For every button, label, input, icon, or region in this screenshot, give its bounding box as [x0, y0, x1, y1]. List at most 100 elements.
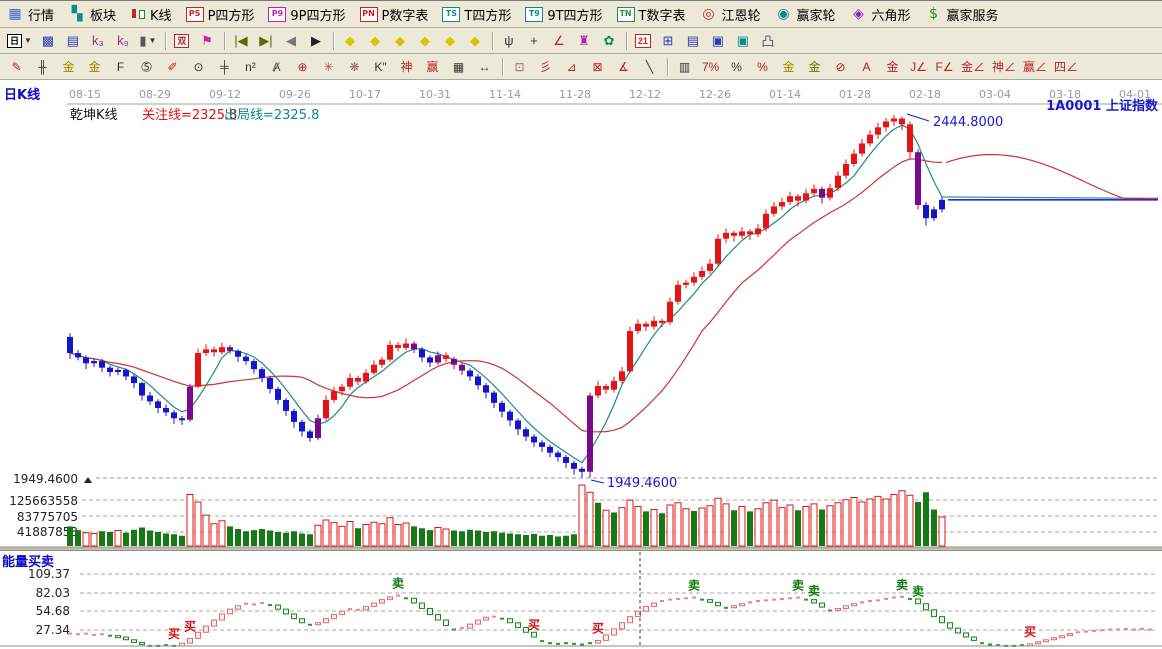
gold-circle-button[interactable]: 金: [776, 57, 801, 77]
j-angle-button[interactable]: J∠: [906, 57, 931, 77]
time-circle-button[interactable]: ⊙: [186, 57, 211, 77]
slash-line-button[interactable]: ╲: [637, 57, 662, 77]
four-angle-button[interactable]: 四∠: [1051, 57, 1081, 77]
percent-button[interactable]: %: [724, 57, 749, 77]
energy-bar: [820, 603, 825, 607]
save-button[interactable]: ▣: [706, 31, 730, 51]
gann-tool-button[interactable]: ♜: [572, 31, 596, 51]
diamond-expand-all-button[interactable]: ◆: [438, 31, 462, 51]
candle-body: [275, 389, 281, 400]
gold-red-lines-button[interactable]: 金: [880, 57, 905, 77]
nav-last-button[interactable]: ▶|: [254, 31, 278, 51]
candle-style-button[interactable]: ▮▼: [136, 31, 160, 51]
analysis-tool-button[interactable]: ✿: [597, 31, 621, 51]
menu-item-hexagon[interactable]: ◈六角形: [850, 5, 911, 24]
menu-item-kline[interactable]: K线: [130, 5, 172, 24]
menu-item-p9-square[interactable]: P99P四方形: [268, 5, 345, 24]
draw-knife-2-button[interactable]: ✐: [160, 57, 185, 77]
pattern-shuang-button[interactable]: 双: [170, 31, 194, 51]
energy-dot: [548, 642, 552, 644]
calendar-21-button[interactable]: 21: [631, 31, 655, 51]
percent-lines-button[interactable]: %: [750, 57, 775, 77]
diamond-compress-button[interactable]: ◆: [413, 31, 437, 51]
nav-first-button[interactable]: |◀: [229, 31, 253, 51]
menu-item-quote-table[interactable]: ▦行情: [6, 5, 54, 24]
time-knife-button[interactable]: ⊘: [828, 57, 853, 77]
k-quote-button[interactable]: K″: [368, 57, 393, 77]
shen-lines-button[interactable]: 神: [394, 57, 419, 77]
kline-chart[interactable]: 日K线 08-1508-2909-1209-2610-1710-3111-141…: [0, 80, 1162, 649]
star-burst-button[interactable]: ✳: [316, 57, 341, 77]
hash-lines-button[interactable]: ╪: [212, 57, 237, 77]
calculator-icon: ⊞: [662, 33, 673, 49]
energy-bar: [380, 600, 385, 603]
energy-dot: [788, 597, 792, 599]
period-day-button[interactable]: 日▼: [4, 31, 35, 51]
fibonacci-lines-button[interactable]: F: [108, 57, 133, 77]
price-marker-triangle: [84, 477, 92, 483]
price-table-button[interactable]: ▥: [672, 57, 697, 77]
grid-lines-button[interactable]: ╫: [30, 57, 55, 77]
seven-percent-button[interactable]: 7%: [698, 57, 723, 77]
f10-info-button[interactable]: ▤: [61, 31, 85, 51]
menu-item-pn-table[interactable]: PNP数字表: [360, 5, 429, 24]
dense-grid-button[interactable]: ▦: [446, 57, 471, 77]
spiral-5-button[interactable]: ➄: [134, 57, 159, 77]
memo-button[interactable]: ▤: [681, 31, 705, 51]
menu-item-ps-square[interactable]: PSP四方形: [186, 5, 255, 24]
menu-item-winner-service[interactable]: $赢家服务: [925, 5, 999, 24]
volume-bar: [555, 537, 561, 547]
diamond-shift-left-button[interactable]: ◆: [338, 31, 362, 51]
candle-body: [411, 343, 417, 349]
panel-divider[interactable]: [0, 547, 1162, 551]
ying-angle-button[interactable]: 赢∠: [1020, 57, 1050, 77]
menu-item-winner-wheel[interactable]: ◉赢家轮: [775, 5, 836, 24]
save-export-button[interactable]: ▣: [731, 31, 755, 51]
box-select-button[interactable]: ⊡: [507, 57, 532, 77]
kline-small-9-button[interactable]: k₉: [111, 31, 135, 51]
energy-bar: [116, 636, 121, 638]
spider-web-button[interactable]: ❋: [342, 57, 367, 77]
nav-prev-button[interactable]: ◀: [279, 31, 303, 51]
fan-lines-button[interactable]: 彡: [533, 57, 558, 77]
crosshair-button[interactable]: +: [522, 31, 546, 51]
gold-angle-button[interactable]: 金∠: [958, 57, 988, 77]
candle-body: [731, 233, 737, 236]
menu-item-ts-square[interactable]: TST四方形: [442, 5, 511, 24]
shen-angle-button[interactable]: 神∠: [989, 57, 1019, 77]
golden-section-2-button[interactable]: 金: [82, 57, 107, 77]
draw-knife-button[interactable]: ✎: [4, 57, 29, 77]
energy-dot: [84, 633, 88, 635]
kline-small-3-button[interactable]: k₃: [86, 31, 110, 51]
angle-lines-button[interactable]: ∡: [611, 57, 636, 77]
gold-lines-2-button[interactable]: 金: [802, 57, 827, 77]
menu-item-t9-square[interactable]: T99T四方形: [525, 5, 602, 24]
menu-item-gann-wheel[interactable]: ◎江恩轮: [700, 5, 761, 24]
color-flag-button[interactable]: ⚑: [195, 31, 219, 51]
calculator-button[interactable]: ⊞: [656, 31, 680, 51]
volume-bar: [763, 503, 769, 546]
a-line-button[interactable]: Ⱥ: [264, 57, 289, 77]
h-span-arrows-button[interactable]: ↔: [472, 57, 497, 77]
f-angle-button[interactable]: F∠: [932, 57, 957, 77]
candle-body: [323, 400, 329, 418]
fan-box-button[interactable]: ⊿: [559, 57, 584, 77]
energy-bar: [468, 624, 473, 628]
energy-bar: [940, 617, 945, 623]
diamond-shift-right-button[interactable]: ◆: [363, 31, 387, 51]
ying-lines-button[interactable]: 赢: [420, 57, 445, 77]
chip-distribution-button[interactable]: ▩: [36, 31, 60, 51]
menu-item-tn-table[interactable]: TNT数字表: [617, 5, 686, 24]
gann-circle-button[interactable]: ⊕: [290, 57, 315, 77]
nav-next-button[interactable]: ▶: [304, 31, 328, 51]
golden-section-1-button[interactable]: 金: [56, 57, 81, 77]
hand-drag-button[interactable]: ψ: [497, 31, 521, 51]
web-box-button[interactable]: ⊠: [585, 57, 610, 77]
a-red-lines-button[interactable]: A: [854, 57, 879, 77]
print-button[interactable]: 凸: [756, 31, 780, 51]
diamond-expand-v-button[interactable]: ◆: [463, 31, 487, 51]
n-squared-button[interactable]: n²: [238, 57, 263, 77]
diamond-expand-h-button[interactable]: ◆: [388, 31, 412, 51]
angle-measure-button[interactable]: ∠: [547, 31, 571, 51]
menu-item-blocks[interactable]: ▚板块: [68, 5, 116, 24]
